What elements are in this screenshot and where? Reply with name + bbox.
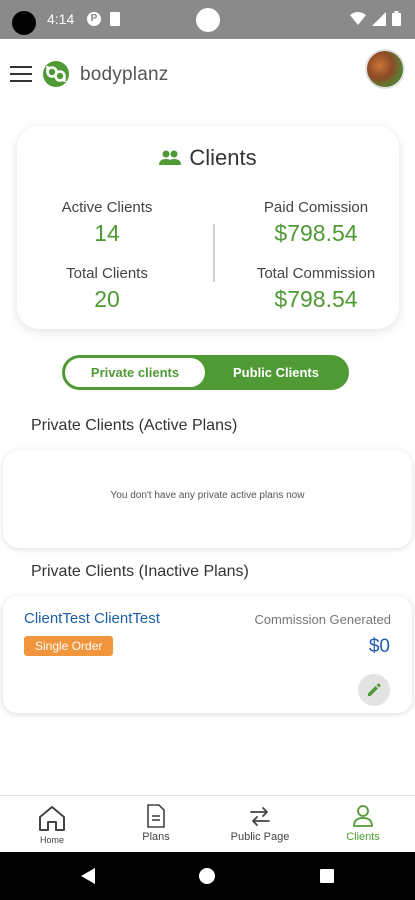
brand-name: bodyplanz (80, 64, 169, 85)
card-title-text: Clients (189, 145, 257, 170)
hamburger-menu-icon[interactable] (10, 66, 32, 84)
swap-arrows-icon (250, 807, 270, 826)
empty-state-message: You don't have any private active plans … (110, 490, 305, 501)
app-header: bodyplanz (0, 39, 415, 109)
signal-icon (372, 11, 386, 26)
nav-home-label: Home (39, 835, 64, 845)
nav-clients-label: Clients (346, 831, 380, 843)
paid-commission-stat: Paid Comission $798.54 (241, 199, 391, 247)
active-plans-empty-card: You don't have any private active plans … (3, 450, 412, 548)
nav-public-page[interactable]: Public Page (210, 796, 310, 853)
nav-plans[interactable]: Plans (106, 796, 206, 853)
home-button-icon[interactable] (199, 868, 215, 884)
people-icon (159, 150, 182, 165)
total-commission-value: $798.54 (274, 286, 358, 312)
nav-home[interactable]: Home (2, 796, 102, 853)
client-name[interactable]: ClientTest ClientTest (24, 610, 160, 627)
nav-public-page-label: Public Page (230, 831, 290, 843)
paid-commission-label: Paid Comission (263, 199, 369, 216)
total-clients-value: 20 (94, 286, 120, 312)
active-clients-label: Active Clients (61, 199, 153, 216)
client-type-toggle: Private clients Public Clients (62, 355, 349, 390)
stats-divider (213, 224, 215, 282)
recent-apps-icon[interactable] (320, 869, 334, 883)
inactive-plans-title: Private Clients (Inactive Plans) (31, 563, 249, 580)
paid-commission-value: $798.54 (274, 220, 358, 246)
battery-icon (392, 11, 401, 26)
sim-card-icon (110, 12, 120, 26)
card-title: Clients (17, 145, 399, 171)
status-icons (350, 11, 401, 26)
person-icon (353, 805, 373, 827)
order-type-badge: Single Order (24, 636, 114, 656)
clients-summary-card: Clients Active Clients 14 Total Clients … (17, 126, 399, 329)
public-clients-tab[interactable]: Public Clients (206, 358, 346, 387)
total-commission-label: Total Commission (256, 265, 376, 282)
active-plans-title: Private Clients (Active Plans) (31, 417, 238, 434)
status-time: 4:14 (47, 11, 75, 27)
status-bar: 4:14 P (0, 0, 415, 39)
total-clients-label: Total Clients (66, 265, 148, 282)
profile-avatar[interactable] (365, 49, 405, 89)
bottom-navigation: Home Plans Public Page Clients (0, 795, 415, 852)
client-card[interactable]: ClientTest ClientTest Commission Generat… (3, 596, 412, 713)
bodyplanz-logo-icon (43, 61, 69, 87)
total-clients-stat: Total Clients 20 (47, 265, 167, 313)
status-center-dot (196, 8, 220, 32)
document-icon (147, 804, 165, 828)
back-icon[interactable] (80, 868, 96, 884)
commission-generated-label: Commission Generated (254, 612, 391, 627)
pencil-icon (368, 683, 381, 696)
active-clients-value: 14 (94, 220, 120, 246)
camera-cutout (12, 11, 36, 35)
system-navigation-bar (0, 852, 415, 900)
edit-button[interactable] (358, 674, 390, 706)
nav-plans-label: Plans (142, 831, 170, 843)
wifi-icon (350, 11, 366, 25)
total-commission-stat: Total Commission $798.54 (241, 265, 391, 313)
nav-clients[interactable]: Clients (313, 796, 413, 853)
commission-generated-value: $0 (368, 636, 390, 657)
active-clients-stat: Active Clients 14 (47, 199, 167, 247)
home-icon (39, 806, 65, 831)
notification-p-icon: P (87, 12, 101, 26)
private-clients-tab[interactable]: Private clients (65, 358, 205, 387)
